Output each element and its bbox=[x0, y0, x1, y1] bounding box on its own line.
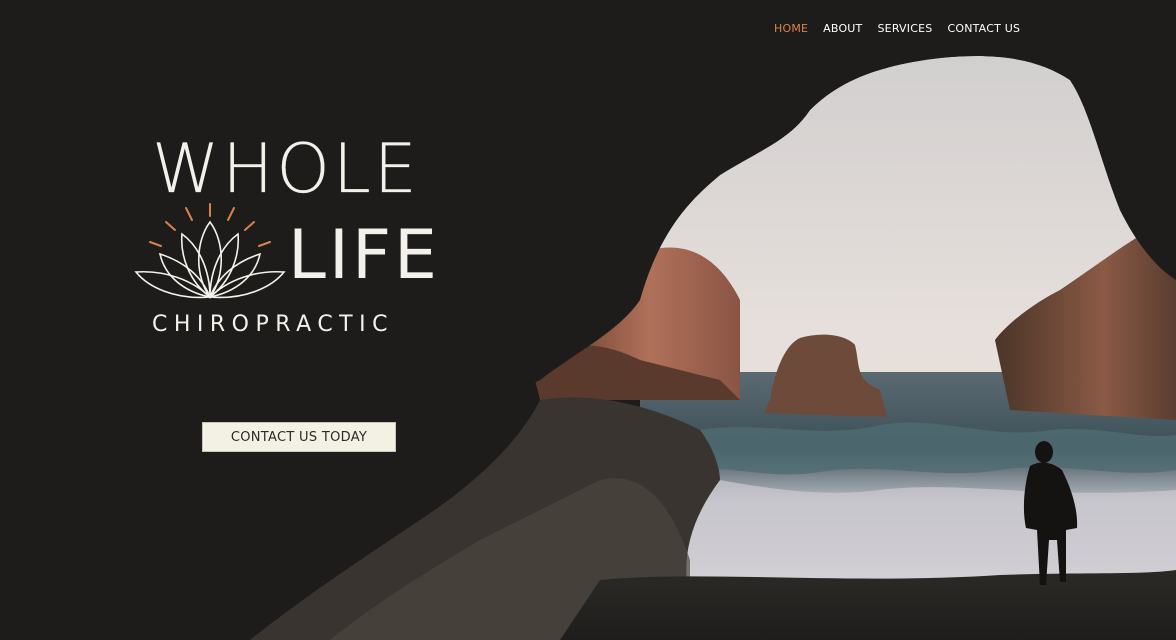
logo-word-chiropractic: CHIROPRACTIC bbox=[152, 312, 394, 337]
main-nav: HOME ABOUT SERVICES CONTACT US bbox=[774, 22, 1020, 35]
lotus-icon bbox=[134, 203, 286, 299]
nav-item-about[interactable]: ABOUT bbox=[823, 22, 862, 35]
landing-page: HOME ABOUT SERVICES CONTACT US WHOLE LIF… bbox=[0, 0, 1176, 640]
contact-us-today-button[interactable]: CONTACT US TODAY bbox=[202, 422, 396, 452]
nav-item-services[interactable]: SERVICES bbox=[877, 22, 932, 35]
logo-word-life: LIFE bbox=[288, 216, 441, 295]
site-logo[interactable]: WHOLE LIFE CHIROPRACTIC bbox=[130, 130, 437, 340]
nav-item-contact-us[interactable]: CONTACT US bbox=[947, 22, 1020, 35]
nav-item-home[interactable]: HOME bbox=[774, 22, 808, 35]
